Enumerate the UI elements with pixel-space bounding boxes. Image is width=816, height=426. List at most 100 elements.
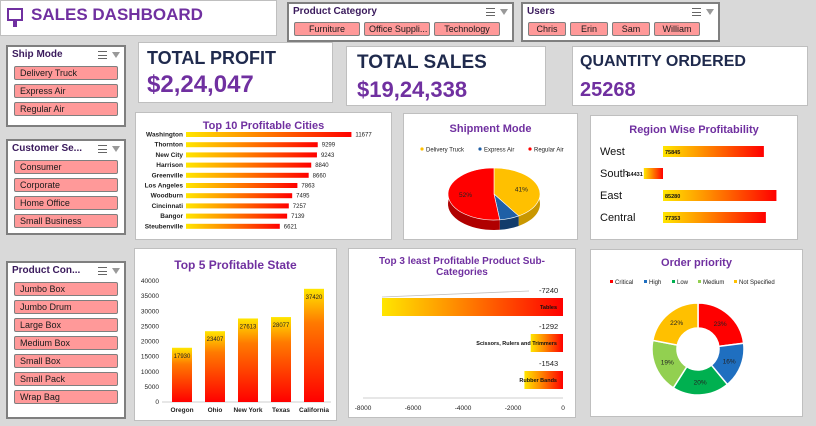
kpi-value: $2,24,047	[147, 71, 254, 98]
dashboard-icon-stand	[13, 21, 17, 27]
leader-line-tables	[381, 290, 530, 298]
slicer-item-corporate[interactable]: Corporate	[14, 178, 118, 192]
chart-top-cities: Top 10 Profitable Cities Washington 11677…	[135, 112, 392, 240]
legend-label-high: High	[649, 280, 661, 286]
donut-label-low: 20%	[694, 379, 707, 386]
slicer-ship-mode[interactable]: Ship Mode Delivery Truck Express Air Reg…	[6, 45, 126, 127]
slicer-title: Users	[527, 6, 555, 17]
slicer-product-container[interactable]: Product Con... Jumbo Box Jumbo Drum Larg…	[6, 261, 126, 419]
slicer-item-small-business[interactable]: Small Business	[14, 214, 118, 228]
slicer-item-medium-box[interactable]: Medium Box	[14, 336, 118, 350]
chart-least-subcats: Top 3 least Profitable Product Sub- Cate…	[348, 248, 576, 418]
multi-select-icon[interactable]	[486, 7, 495, 16]
clear-filter-icon[interactable]	[112, 145, 120, 152]
city-bar-thornton	[186, 142, 318, 148]
slicer-title: Ship Mode	[12, 49, 63, 60]
state-label-oregon: Oregon	[170, 407, 193, 414]
clear-filter-icon[interactable]	[112, 267, 120, 274]
multi-select-icon[interactable]	[98, 144, 107, 153]
slicer-item-consumer[interactable]: Consumer	[14, 160, 118, 174]
subcat-label-rubber-bands: Rubber Bands	[519, 378, 557, 384]
pie-label-delivery-truck: 41%	[515, 187, 528, 194]
slicer-item-jumbo-box[interactable]: Jumbo Box	[14, 282, 118, 296]
multi-select-icon[interactable]	[98, 50, 107, 59]
slicer-item-delivery-truck[interactable]: Delivery Truck	[14, 66, 118, 80]
legend-label-not-specified: Not Specified	[739, 280, 775, 286]
ytick-10000: 10000	[141, 369, 159, 376]
pie-label-regular-air: 52%	[459, 192, 472, 199]
city-value-cincinnati: 7257	[293, 204, 307, 210]
legend-label-critical: Critical	[615, 280, 633, 286]
multi-select-icon[interactable]	[98, 266, 107, 275]
ytick-15000: 15000	[141, 354, 159, 361]
state-value-new-york: 27613	[240, 324, 257, 330]
state-label-california: California	[299, 407, 329, 414]
title-panel: SALES DASHBOARD	[0, 0, 277, 36]
kpi-value: $19,24,338	[357, 77, 468, 102]
legend-marker-critical	[610, 280, 613, 283]
slicer-item-large-box[interactable]: Large Box	[14, 318, 118, 332]
kpi-total-sales: TOTAL SALES $19,24,338	[346, 46, 546, 106]
page-title: SALES DASHBOARD	[31, 5, 203, 24]
legend-label-regular-air: Regular Air	[534, 148, 564, 154]
clear-filter-icon[interactable]	[500, 8, 508, 15]
slicer-item-jumbo-drum[interactable]: Jumbo Drum	[14, 300, 118, 314]
xtick-0: 0	[561, 405, 565, 412]
clear-filter-icon[interactable]	[112, 51, 120, 58]
slicer-customer-segment[interactable]: Customer Se... Consumer Corporate Home O…	[6, 139, 126, 235]
slicer-users[interactable]: Users Chris Erin Sam William	[521, 2, 720, 42]
slicer-title: Product Category	[293, 6, 377, 17]
state-label-ohio: Ohio	[208, 407, 223, 414]
region-value-south: -14431	[626, 172, 643, 178]
slicer-item-technology[interactable]: Technology	[434, 22, 500, 36]
city-label-greenville: Greenville	[152, 172, 184, 179]
city-bar-los-angeles	[186, 183, 298, 188]
slicer-item-sam[interactable]: Sam	[612, 22, 650, 36]
legend-marker-medium	[698, 280, 701, 283]
slicer-item-wrap-bag[interactable]: Wrap Bag	[14, 390, 118, 404]
kpi-label: TOTAL SALES	[357, 52, 487, 73]
city-value-new-city: 9243	[321, 153, 335, 159]
donut-label-medium: 19%	[661, 359, 674, 366]
city-label-cincinnati: Cincinnati	[152, 203, 184, 210]
city-bar-greenville	[186, 172, 309, 178]
slicer-item-small-box[interactable]: Small Box	[14, 354, 118, 368]
city-bar-cincinnati	[186, 203, 289, 209]
slicer-title: Customer Se...	[12, 143, 83, 154]
slicer-item-regular-air[interactable]: Regular Air	[14, 102, 118, 116]
ytick-35000: 35000	[141, 293, 159, 300]
slicer-item-erin[interactable]: Erin	[570, 22, 608, 36]
slicer-product-category[interactable]: Product Category Furniture Office Suppli…	[287, 2, 514, 42]
slicer-item-william[interactable]: William	[654, 22, 700, 36]
region-profit-svg: West 75845 South-14431 East 85280 Central 7735…	[600, 146, 777, 224]
ytick-25000: 25000	[141, 323, 159, 330]
ytick-40000: 40000	[141, 278, 159, 285]
city-label-steubenville: Steubenville	[145, 223, 184, 230]
slicer-item-chris[interactable]: Chris	[528, 22, 566, 36]
slicer-item-small-pack[interactable]: Small Pack	[14, 372, 118, 386]
clear-filter-icon[interactable]	[706, 8, 714, 15]
donut-label-not-specified: 22%	[670, 320, 683, 327]
slicer-item-home-office[interactable]: Home Office	[14, 196, 118, 210]
region-value-central: 77353	[665, 216, 680, 222]
xtick--4000: -4000	[455, 405, 472, 412]
legend-label-delivery-truck: Delivery Truck	[426, 148, 465, 154]
legend-label-express-air: Express Air	[484, 148, 514, 154]
state-label-texas: Texas	[272, 407, 290, 414]
multi-select-icon[interactable]	[692, 7, 701, 16]
slicer-item-express-air[interactable]: Express Air	[14, 84, 118, 98]
ytick-0: 0	[155, 399, 159, 406]
least-subcats-svg: -8000 -6000 -4000 -2000 0 Tables -7240 Scissors…	[355, 286, 566, 412]
top-cities-svg: Washington 11677 Thornton 9299 New City 9243 H…	[145, 132, 373, 231]
city-bar-new-city	[186, 152, 317, 158]
city-value-woodburn: 7495	[296, 194, 310, 200]
city-bar-bangor	[186, 213, 288, 219]
slicer-item-office-supplies[interactable]: Office Suppli...	[364, 22, 430, 36]
city-bar-harrison	[186, 162, 312, 168]
slicer-item-furniture[interactable]: Furniture	[294, 22, 360, 36]
chart-region-profit: Region Wise Profitability West 75845 South…	[590, 115, 798, 240]
kpi-label: TOTAL PROFIT	[147, 48, 276, 68]
ytick-30000: 30000	[141, 308, 159, 315]
city-value-bangor: 7139	[291, 214, 305, 220]
subcat-value-rubber-bands: -1543	[539, 359, 558, 368]
